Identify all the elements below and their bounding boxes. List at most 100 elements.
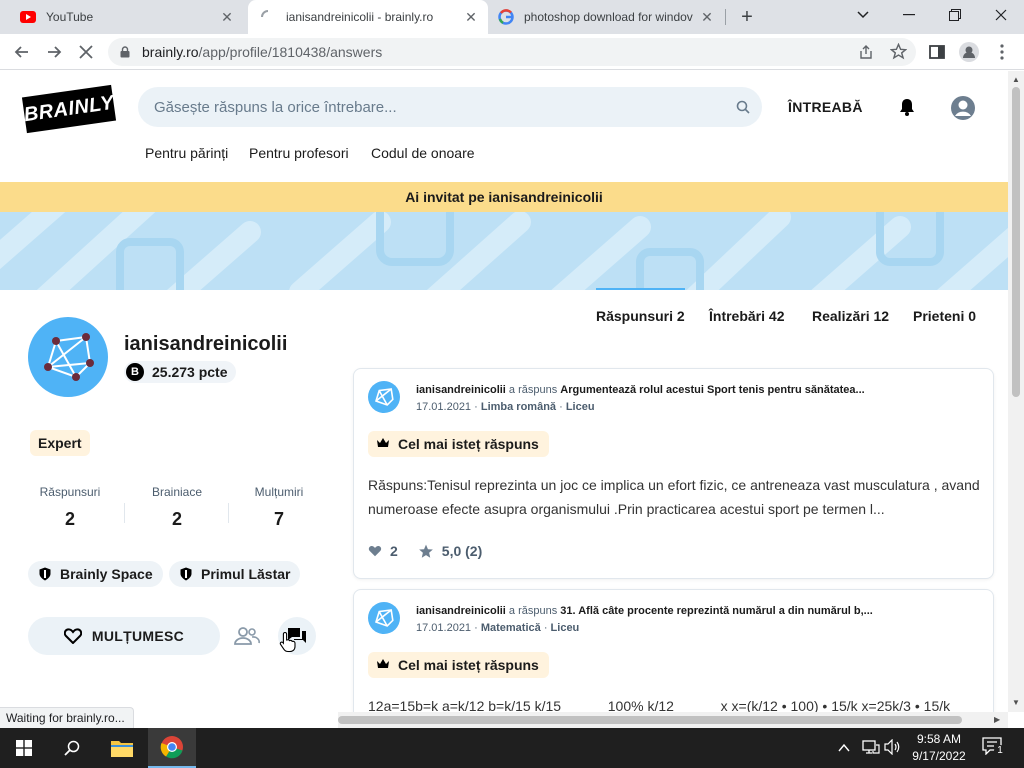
network-icon[interactable] [862, 739, 880, 760]
answer-author[interactable]: ianisandreinicolii [416, 605, 506, 617]
url-host: brainly.ro [142, 44, 199, 60]
side-panel-icon[interactable] [923, 38, 951, 66]
stat-value: 2 [64, 509, 75, 529]
tab-answers[interactable]: Răspunsuri 2 [596, 308, 685, 324]
tab-brainly[interactable]: ianisandreinicolii - brainly.ro ✕ [248, 0, 488, 34]
scroll-right-arrow-icon[interactable]: ▶ [994, 715, 1000, 724]
action-center-icon[interactable]: 1 [982, 737, 1006, 759]
invite-banner: Ai invitat pe ianisandreinicolii [0, 182, 1008, 212]
tab-close-icon[interactable]: ✕ [218, 8, 236, 26]
badge-label: Brainly Space [60, 566, 153, 582]
notification-bell-icon[interactable] [897, 97, 917, 122]
answer-subject[interactable]: Limba română [481, 401, 556, 413]
tab-friends[interactable]: Prieteni 0 [913, 308, 976, 324]
answer-card[interactable]: ianisandreinicolii a răspuns 31. Află câ… [353, 589, 994, 728]
best-answer-badge: Cel mai isteț răspuns [368, 431, 549, 457]
answer-body[interactable]: Răspuns:Tenisul reprezinta un joc ce imp… [368, 473, 980, 521]
answer-meta: 17.01.2021 · Limba română · Liceu [416, 401, 595, 413]
system-clock[interactable]: 9:58 AM 9/17/2022 [904, 731, 974, 765]
tab-google[interactable]: photoshop download for windov ✕ [488, 0, 724, 34]
web-page: BRAINLY ÎNTREABĂ Pentru părinți Pentru p… [0, 71, 1008, 728]
profile-username: ianisandreinicolii [124, 333, 288, 355]
follow-users-icon[interactable] [228, 617, 266, 655]
subnav-parents-link[interactable]: Pentru părinți [145, 145, 228, 161]
stat-label: Brainiace [151, 485, 203, 499]
answer-level: Liceu [565, 401, 595, 413]
stat-value: 7 [273, 509, 284, 529]
search-icon[interactable] [736, 100, 750, 119]
tab-search-chevron-icon[interactable] [840, 0, 886, 30]
tab-questions[interactable]: Întrebări 42 [709, 308, 784, 324]
bookmark-star-icon[interactable] [889, 42, 908, 65]
back-arrow-icon[interactable] [8, 38, 36, 66]
close-window-icon[interactable] [978, 0, 1024, 30]
stat-brainiacs: Brainiace 2 [132, 485, 222, 530]
volume-icon[interactable] [884, 738, 902, 760]
chrome-taskbar-icon[interactable] [148, 728, 196, 768]
tab-close-icon[interactable]: ✕ [698, 8, 716, 26]
tab-youtube[interactable]: YouTube ✕ [8, 0, 244, 34]
profile-avatar [28, 317, 108, 397]
best-answer-label: Cel mai isteț răspuns [398, 436, 539, 452]
vertical-scrollbar[interactable]: ▲ ▼ [1008, 71, 1024, 712]
subnav-teachers-link[interactable]: Pentru profesori [249, 145, 349, 161]
share-icon[interactable] [858, 44, 874, 65]
windows-start-icon[interactable] [0, 728, 48, 768]
address-bar[interactable]: brainly.ro/app/profile/1810438/answers [108, 38, 916, 66]
answer-author-avatar[interactable] [368, 381, 400, 413]
badge-primul-lastar[interactable]: Primul Lăstar [169, 561, 301, 587]
scroll-up-arrow-icon[interactable]: ▲ [1012, 75, 1020, 84]
search-input[interactable] [154, 98, 714, 116]
answer-header: ianisandreinicolii a răspuns 31. Află câ… [416, 605, 873, 617]
answer-author-avatar[interactable] [368, 602, 400, 634]
new-tab-plus-icon[interactable]: + [734, 6, 760, 28]
star-icon [418, 544, 434, 559]
brainly-logo[interactable]: BRAINLY [21, 84, 117, 134]
answer-subject[interactable]: Matematică [481, 622, 541, 634]
url-path: /app/profile/1810438/answers [198, 44, 383, 60]
stat-value: 2 [171, 509, 182, 529]
answer-question-link[interactable]: 31. Află câte procente reprezintă număru… [560, 605, 873, 617]
tab-separator [725, 9, 726, 25]
ask-question-button[interactable]: ÎNTREABĂ [788, 99, 863, 115]
heart-icon[interactable] [368, 545, 382, 557]
answer-likes: 2 [390, 543, 398, 559]
subnav-honor-code-link[interactable]: Codul de onoare [371, 145, 475, 161]
best-answer-badge: Cel mai isteț răspuns [368, 652, 549, 678]
minimize-icon[interactable] [886, 0, 932, 30]
forward-arrow-icon[interactable] [40, 38, 68, 66]
crown-icon [376, 437, 390, 452]
shield-icon [38, 567, 52, 581]
lock-icon[interactable] [120, 45, 134, 59]
scrollbar-thumb[interactable] [1012, 87, 1020, 397]
browser-toolbar: brainly.ro/app/profile/1810438/answers [0, 34, 1024, 70]
tab-close-icon[interactable]: ✕ [462, 8, 480, 26]
search-bar[interactable] [138, 87, 762, 127]
scroll-down-arrow-icon[interactable]: ▼ [1012, 698, 1020, 707]
answer-level: Liceu [550, 622, 580, 634]
show-hidden-icons-chevron-icon[interactable] [838, 740, 850, 758]
answer-card[interactable]: ianisandreinicolii a răspuns Argumenteaz… [353, 368, 994, 579]
user-avatar-icon[interactable] [950, 95, 976, 126]
stat-label: Mulțumiri [254, 485, 304, 499]
answer-author[interactable]: ianisandreinicolii [416, 384, 506, 396]
tab-title: photoshop download for windov [524, 10, 693, 24]
badge-brainly-space[interactable]: Brainly Space [28, 561, 163, 587]
tab-achievements[interactable]: Realizări 12 [812, 308, 889, 324]
kebab-menu-icon[interactable] [988, 38, 1016, 66]
horizontal-scrollbar[interactable]: ▶ [338, 712, 1008, 728]
points-badge: B 25.273 pcte [124, 361, 236, 383]
file-explorer-icon[interactable] [98, 728, 146, 768]
windows-taskbar: 9:58 AM 9/17/2022 1 [0, 728, 1024, 768]
search-icon[interactable] [48, 728, 96, 768]
thank-button[interactable]: MULȚUMESC [28, 617, 220, 655]
restore-icon[interactable] [932, 0, 978, 30]
stop-loading-icon[interactable] [72, 38, 100, 66]
profile-avatar-icon[interactable] [955, 38, 983, 66]
answer-footer: 2 5,0 (2) [368, 543, 482, 559]
tab-title: ianisandreinicolii - brainly.ro [286, 10, 434, 24]
brainly-points-icon: B [126, 363, 144, 381]
url-text: brainly.ro/app/profile/1810438/answers [142, 44, 382, 60]
scrollbar-thumb[interactable] [338, 716, 962, 724]
answer-question-link[interactable]: Argumentează rolul acestui Sport tenis p… [560, 384, 864, 396]
